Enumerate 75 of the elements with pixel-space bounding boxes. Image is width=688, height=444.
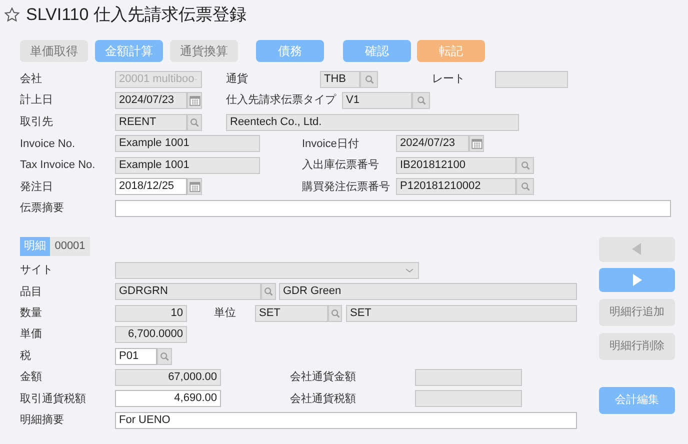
field-label: 単位 bbox=[214, 306, 237, 322]
input-field[interactable]: 10 bbox=[115, 304, 187, 322]
field-label: 購買発注伝票番号 bbox=[302, 180, 391, 195]
input-field[interactable] bbox=[415, 369, 522, 386]
field-label: 会社通貨金額 bbox=[290, 370, 357, 386]
input-field[interactable]: 2024/07/23 bbox=[115, 92, 187, 110]
input-field[interactable]: Example 1001 bbox=[115, 156, 260, 174]
field-label: 通貨 bbox=[226, 72, 249, 87]
input-field[interactable]: SET bbox=[255, 304, 328, 322]
window-title: SLVI110 仕入先請求伝票登録 bbox=[26, 4, 246, 26]
field-label: 明細摘要 bbox=[20, 412, 65, 428]
field-label: 仕入先請求伝票タイプ bbox=[226, 92, 338, 108]
field-label: Invoice No. bbox=[20, 136, 76, 152]
input-field[interactable]: Example 1001 bbox=[115, 135, 260, 152]
calendar-icon bbox=[470, 138, 482, 150]
search-icon bbox=[416, 95, 426, 106]
input-field[interactable]: For UENO bbox=[115, 412, 577, 429]
search-icon bbox=[159, 350, 170, 362]
field-label: サイト bbox=[20, 263, 54, 278]
field-label: Invoice日付 bbox=[302, 136, 360, 152]
search-button[interactable] bbox=[187, 114, 202, 131]
calendar-icon bbox=[188, 180, 200, 193]
field-label: 税 bbox=[20, 348, 32, 364]
search-icon bbox=[189, 116, 200, 128]
input-field[interactable]: 67,000.00 bbox=[115, 369, 221, 386]
field-label: 金額 bbox=[20, 370, 43, 386]
input-field[interactable]: 2018/12/25 bbox=[115, 178, 187, 196]
search-button[interactable] bbox=[412, 92, 430, 110]
field-label: 品目 bbox=[20, 284, 43, 300]
input-field[interactable]: 6,700.0000 bbox=[115, 326, 187, 344]
field-label: 会社 bbox=[20, 72, 43, 87]
line-number: 00001 bbox=[50, 236, 90, 256]
field-label: レート bbox=[432, 72, 466, 87]
search-button[interactable] bbox=[157, 348, 172, 365]
field-label: 計上日 bbox=[20, 92, 54, 108]
search-button[interactable] bbox=[516, 178, 534, 196]
input-field[interactable]: Reentech Co., Ltd. bbox=[226, 114, 519, 131]
search-icon bbox=[263, 286, 274, 298]
search-button[interactable] bbox=[261, 283, 276, 300]
input-field[interactable]: GDR Green bbox=[279, 283, 577, 300]
calendar-button[interactable] bbox=[187, 92, 202, 110]
input-field[interactable]: THB bbox=[320, 70, 360, 88]
search-button[interactable] bbox=[328, 304, 342, 322]
input-field[interactable] bbox=[115, 200, 671, 218]
input-field[interactable]: GDRGRN bbox=[115, 283, 261, 300]
search-icon bbox=[520, 160, 530, 171]
calendar-button[interactable] bbox=[469, 135, 484, 152]
input-field[interactable]: P120181210002 bbox=[396, 178, 516, 196]
search-button[interactable] bbox=[516, 156, 534, 174]
input-field[interactable] bbox=[495, 70, 568, 88]
field-label: 取引先 bbox=[20, 114, 54, 130]
star-icon[interactable] bbox=[4, 7, 20, 23]
field-label: 伝票摘要 bbox=[20, 200, 65, 216]
calendar-icon bbox=[188, 94, 200, 107]
field-label: 単価 bbox=[20, 327, 43, 342]
input-field[interactable]: REENT bbox=[115, 114, 187, 131]
field-label: 発注日 bbox=[20, 180, 54, 195]
input-field[interactable]: 4,690.00 bbox=[115, 390, 221, 408]
input-field[interactable]: P01 bbox=[115, 348, 157, 365]
input-field[interactable]: 2024/07/23 bbox=[396, 135, 469, 152]
field-label: 入出庫伝票番号 bbox=[302, 158, 380, 174]
calendar-button[interactable] bbox=[187, 178, 202, 196]
input-field[interactable]: IB201812100 bbox=[396, 156, 516, 174]
input-field[interactable] bbox=[415, 390, 522, 408]
search-icon bbox=[330, 308, 340, 319]
search-icon bbox=[364, 74, 374, 84]
field-label: Tax Invoice No. bbox=[20, 158, 96, 174]
field-label: 数量 bbox=[20, 306, 43, 322]
field-label: 会社通貨税額 bbox=[290, 392, 357, 407]
search-icon bbox=[520, 181, 530, 192]
search-button[interactable] bbox=[360, 70, 378, 88]
next-button[interactable] bbox=[599, 268, 675, 292]
input-field[interactable]: V1 bbox=[342, 92, 412, 110]
field-label: 取引通貨税額 bbox=[20, 392, 87, 407]
input-field[interactable]: SET bbox=[346, 304, 577, 322]
